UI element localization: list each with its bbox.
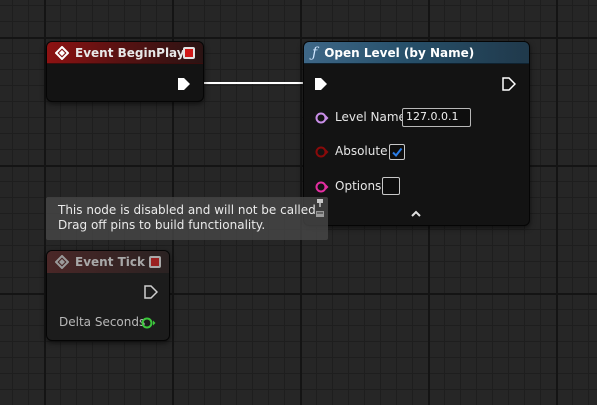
node-title: Open Level (by Name) xyxy=(324,45,475,60)
delta-seconds-pin[interactable] xyxy=(141,316,157,330)
absolute-checkbox[interactable] xyxy=(389,144,405,160)
open-level-header[interactable]: ƒ Open Level (by Name) xyxy=(304,42,529,64)
options-label: Options xyxy=(335,179,382,193)
exec-input-pin[interactable] xyxy=(314,77,328,91)
exec-output-pin[interactable] xyxy=(144,285,158,299)
event-beginplay-node[interactable]: Event BeginPlay xyxy=(46,41,204,102)
tooltip-line-1: This node is disabled and will not be ca… xyxy=(58,203,320,217)
delegate-pin-icon[interactable] xyxy=(183,47,195,59)
event-diamond-icon xyxy=(55,255,69,269)
event-tick-node[interactable]: Event Tick Delta Seconds xyxy=(46,250,170,341)
level-name-input[interactable]: 127.0.0.1 xyxy=(402,108,471,127)
options-pin[interactable] xyxy=(315,180,329,194)
node-title: Event BeginPlay xyxy=(75,45,185,60)
event-beginplay-header[interactable]: Event BeginPlay xyxy=(47,42,203,64)
delta-seconds-label: Delta Seconds xyxy=(59,315,146,329)
pin-icon[interactable] xyxy=(315,198,325,208)
function-icon: ƒ xyxy=(312,44,318,61)
delegate-pin-icon[interactable] xyxy=(149,256,161,268)
comment-icon[interactable] xyxy=(315,210,325,220)
level-name-pin[interactable] xyxy=(315,111,329,125)
event-diamond-icon xyxy=(55,45,69,60)
absolute-label: Absolute xyxy=(335,144,388,158)
options-checkbox[interactable] xyxy=(382,177,400,195)
chevron-up-icon[interactable] xyxy=(410,210,422,218)
tooltip-line-2: Drag off pins to build functionality. xyxy=(58,218,266,232)
exec-output-pin[interactable] xyxy=(502,77,516,91)
checkmark-icon xyxy=(392,147,403,158)
open-level-node[interactable]: ƒ Open Level (by Name) Level Name 127.0.… xyxy=(303,41,530,226)
exec-output-pin[interactable] xyxy=(177,77,191,91)
node-title: Event Tick xyxy=(75,255,146,269)
disabled-node-tooltip: This node is disabled and will not be ca… xyxy=(46,197,328,240)
absolute-pin[interactable] xyxy=(315,145,329,159)
level-name-label: Level Name xyxy=(335,110,406,124)
